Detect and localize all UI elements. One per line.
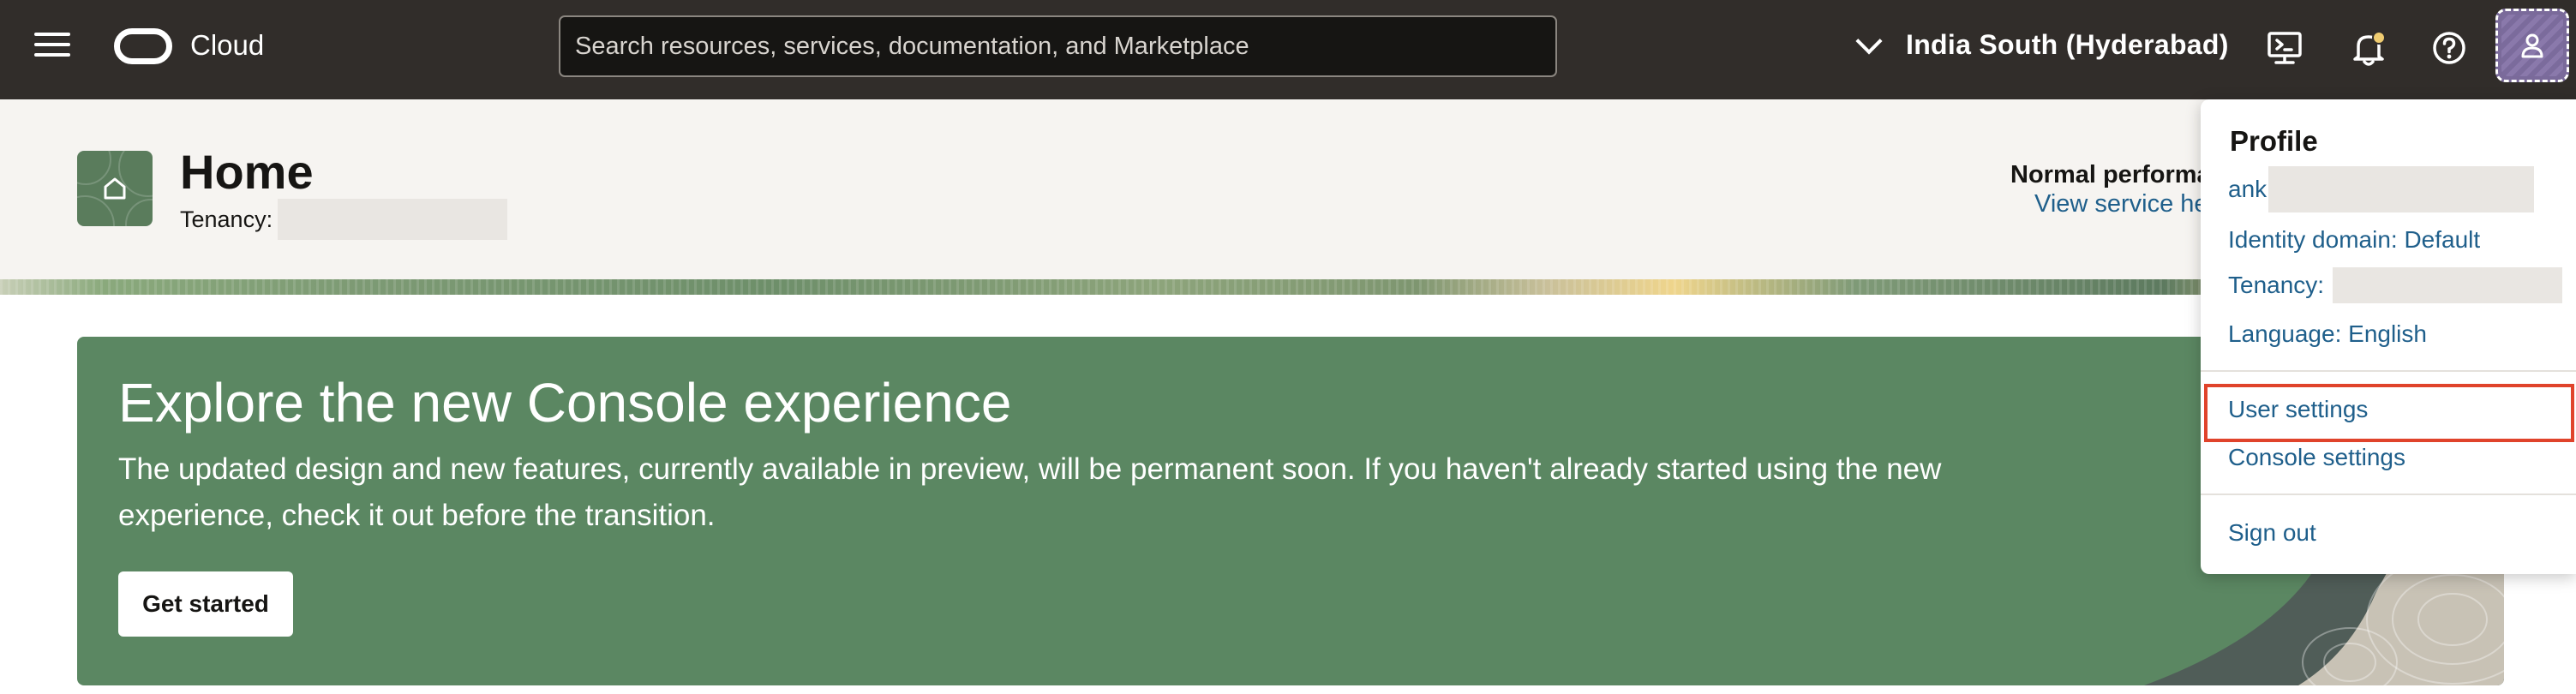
tenancy-link[interactable]: Tenancy: — [2228, 267, 2563, 303]
region-selector[interactable]: India South (Hyderabad) — [1855, 27, 2229, 61]
new-console-banner: Explore the new Console experience The u… — [77, 337, 2504, 685]
profile-username-link[interactable]: ank — [2228, 166, 2535, 212]
page-title: Home — [180, 145, 314, 199]
help-icon[interactable] — [2429, 27, 2470, 69]
language-link[interactable]: Language: English — [2228, 320, 2427, 348]
service-health-link[interactable]: View service he — [2034, 190, 2208, 218]
banner-title: Explore the new Console experience — [118, 372, 1012, 434]
menu-icon[interactable] — [34, 33, 70, 62]
profile-dropdown-menu: Profile ank Identity domain: Default Ten… — [2201, 99, 2576, 574]
tenancy-label: Tenancy: — [180, 206, 273, 232]
tenancy-value-redacted — [278, 199, 508, 240]
profile-heading: Profile — [2230, 125, 2318, 157]
menu-divider — [2201, 494, 2576, 495]
top-navigation-bar: Cloud India South (Hyderabad) — [0, 0, 2576, 99]
oracle-logo-icon[interactable] — [114, 28, 172, 64]
performance-status: Normal performa — [2010, 161, 2211, 188]
menu-divider — [2201, 370, 2576, 372]
decorative-band — [0, 279, 2576, 295]
cloud-shell-icon[interactable] — [2264, 27, 2305, 69]
home-header: Home Tenancy: Normal performa View servi… — [0, 99, 2576, 279]
user-icon — [2521, 33, 2543, 58]
chevron-down-icon — [1855, 27, 1883, 55]
console-settings-link[interactable]: Console settings — [2228, 444, 2405, 471]
profile-avatar-button[interactable] — [2495, 9, 2569, 82]
home-tile — [77, 151, 153, 226]
identity-domain-link[interactable]: Identity domain: Default — [2228, 226, 2480, 254]
tenancy-menu-redacted — [2333, 267, 2563, 303]
region-label: India South (Hyderabad) — [1906, 29, 2229, 60]
sign-out-link[interactable]: Sign out — [2228, 519, 2316, 547]
tenancy-menu-label: Tenancy: — [2228, 272, 2325, 298]
bell-icon[interactable] — [2348, 27, 2389, 69]
banner-description: The updated design and new features, cur… — [118, 452, 1942, 532]
brand-name[interactable]: Cloud — [190, 29, 264, 62]
user-settings-link[interactable]: User settings — [2228, 396, 2368, 423]
search-box[interactable] — [559, 15, 1557, 77]
home-icon — [104, 177, 126, 200]
username-text: ank — [2228, 176, 2267, 202]
get-started-button[interactable]: Get started — [118, 571, 293, 637]
tenancy-info: Tenancy: — [180, 199, 508, 240]
search-input[interactable] — [575, 32, 1555, 61]
username-redacted — [2268, 166, 2535, 212]
